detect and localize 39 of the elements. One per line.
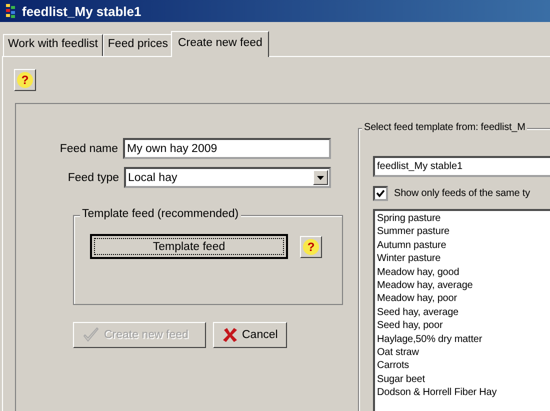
list-item[interactable]: Seed hay, poor	[377, 319, 548, 333]
tab[interactable]: Create new feed	[171, 31, 270, 57]
dropdown-arrow-button[interactable]	[313, 170, 328, 185]
checkmark-icon	[376, 189, 385, 198]
dropdown-value: Local hay	[128, 172, 178, 184]
tab[interactable]: Work with feedlist	[3, 34, 103, 56]
help-button[interactable]: ?	[14, 69, 36, 91]
cancel-button[interactable]: Cancel	[213, 322, 287, 348]
list-item[interactable]: Meadow hay, good	[377, 266, 548, 279]
feed-name-input[interactable]: My own hay 2009	[123, 138, 331, 159]
list-item[interactable]: Meadow hay, poor	[377, 292, 548, 306]
caret-icon	[317, 176, 324, 180]
list-item[interactable]: Dodson & Horrell Fiber Hay	[377, 386, 548, 400]
list-item[interactable]: Meadow hay, average	[377, 278, 548, 292]
group-title: Template feed (recommended)	[80, 208, 241, 220]
checkmark-icon	[82, 327, 100, 343]
field-label: Feed name	[60, 142, 118, 154]
window-title: feedlist_My stable1	[22, 4, 142, 18]
feed-type-dropdown[interactable]: Local hay	[124, 167, 331, 188]
list-item[interactable]: Sugar beet	[377, 372, 548, 386]
button-label: Cancel	[242, 329, 278, 341]
list-item[interactable]: Winter pasture	[377, 252, 548, 266]
tab[interactable]: Feed prices	[102, 34, 173, 56]
list-item[interactable]: Summer pasture	[377, 225, 548, 239]
app-icon	[6, 4, 16, 18]
list-item[interactable]: Oat straw	[377, 346, 548, 360]
template-feed-button[interactable]: Template feed	[90, 234, 288, 259]
list-item[interactable]: Spring pasture	[377, 212, 548, 226]
x-icon	[222, 327, 238, 343]
checkbox-label: Show only feeds of the same ty	[394, 188, 530, 199]
field-label: Feed type	[68, 172, 119, 184]
checkbox[interactable]	[373, 186, 388, 201]
group-title: Select feed template from: feedlist_M	[362, 122, 528, 133]
help-button[interactable]: ?	[300, 236, 322, 258]
list-item[interactable]: Carrots	[377, 359, 548, 373]
source-field[interactable]: feedlist_My stable1	[373, 156, 550, 177]
list-item[interactable]: Haylage,50% dry matter	[377, 332, 548, 346]
list-item[interactable]: Autumn pasture	[377, 238, 548, 252]
list-item[interactable]: Seed hay, average	[377, 306, 548, 320]
